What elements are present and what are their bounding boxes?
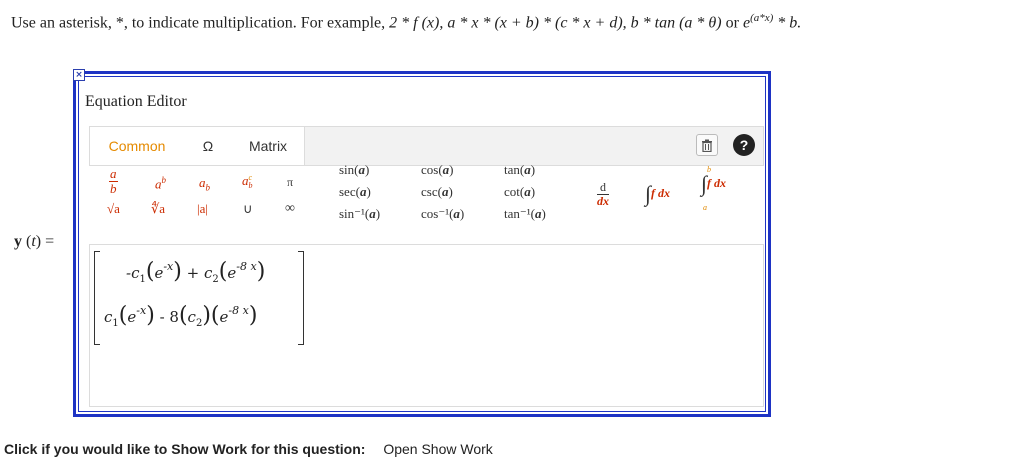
derivative-button[interactable]: d dx bbox=[597, 180, 609, 208]
cot-button[interactable]: cot(a) bbox=[504, 181, 546, 203]
editor-title: Equation Editor bbox=[85, 93, 187, 110]
instructions-or: or bbox=[725, 14, 739, 32]
absolute-value-button[interactable]: |a| bbox=[197, 201, 208, 217]
matrix-right-bracket bbox=[298, 251, 304, 345]
arctan-button[interactable]: tan⁻¹(a) bbox=[504, 203, 546, 225]
nth-root-button[interactable]: ∜a bbox=[151, 201, 165, 217]
tan-button[interactable]: tan(a) bbox=[504, 159, 546, 181]
matrix-answer: -c1(e-x) + c2(e-8 x) c1(e-x) - 8(c2)(e-8… bbox=[94, 251, 304, 345]
matrix-left-bracket bbox=[94, 251, 100, 345]
answer-function-name: y bbox=[14, 233, 22, 250]
subsup-button[interactable]: acb bbox=[242, 173, 253, 190]
example-4-base: e bbox=[742, 14, 751, 32]
trig-column-1: sin(a) sec(a) sin⁻¹(a) bbox=[339, 159, 380, 225]
sin-button[interactable]: sin(a) bbox=[339, 159, 380, 181]
trig-column-3: tan(a) cot(a) tan⁻¹(a) bbox=[504, 159, 546, 225]
trig-column-2: cos(a) csc(a) cos⁻¹(a) bbox=[421, 159, 464, 225]
fraction-button[interactable]: ab bbox=[109, 166, 118, 197]
csc-button[interactable]: csc(a) bbox=[421, 181, 464, 203]
sec-button[interactable]: sec(a) bbox=[339, 181, 380, 203]
example-1: 2 * f (x) bbox=[389, 14, 440, 32]
matrix-row-1: -c1(e-x) + c2(e-8 x) bbox=[126, 259, 266, 285]
show-work-row: Click if you would like to Show Work for… bbox=[4, 441, 493, 457]
answer-label: y (t) = bbox=[14, 233, 55, 250]
close-icon[interactable]: × bbox=[73, 69, 85, 81]
equation-editor-panel: Equation Editor Common Ω Matrix ? a b ab… bbox=[78, 76, 766, 412]
trash-icon bbox=[702, 139, 712, 152]
cos-button[interactable]: cos(a) bbox=[421, 159, 464, 181]
infinity-button[interactable]: ∞ bbox=[285, 201, 295, 217]
answer-equals: = bbox=[45, 233, 55, 250]
equation-editor: Equation Editor Common Ω Matrix ? a b ab… bbox=[73, 71, 771, 417]
equation-input[interactable]: -c1(e-x) + c2(e-8 x) c1(e-x) - 8(c2)(e-8… bbox=[89, 244, 764, 407]
definite-integral-button[interactable]: b ∫ a f dx bbox=[701, 165, 726, 212]
arcsin-button[interactable]: sin⁻¹(a) bbox=[339, 203, 380, 225]
subscript-button[interactable]: ab bbox=[199, 175, 210, 193]
sqrt-button[interactable]: √a bbox=[107, 201, 120, 217]
union-button[interactable]: ∪ bbox=[243, 201, 253, 217]
example-2: a * x * (x + b) * (c * x + d) bbox=[447, 14, 623, 32]
symbol-palette: ab ab ab acb π √a ∜a |a| ∪ ∞ sin(a) sec(… bbox=[89, 162, 764, 235]
instructions: Use an asterisk, *, to indicate multipli… bbox=[11, 12, 802, 32]
help-icon: ? bbox=[739, 137, 749, 153]
tab-common[interactable]: Common bbox=[90, 127, 185, 165]
power-button[interactable]: ab bbox=[155, 175, 166, 192]
show-work-prompt: Click if you would like to Show Work for… bbox=[4, 441, 366, 457]
pi-button[interactable]: π bbox=[287, 175, 293, 190]
example-3: b * tan (a * θ) bbox=[630, 14, 722, 32]
help-button[interactable]: ? bbox=[733, 134, 755, 156]
integral-button[interactable]: ∫f dx bbox=[645, 181, 670, 207]
example-4-exp: (a*x) bbox=[750, 12, 774, 24]
example-4-tail: * b. bbox=[777, 14, 802, 32]
arccos-button[interactable]: cos⁻¹(a) bbox=[421, 203, 464, 225]
trash-button[interactable] bbox=[696, 134, 718, 156]
instructions-text: Use an asterisk, *, to indicate multipli… bbox=[11, 14, 386, 32]
open-show-work-link[interactable]: Open Show Work bbox=[383, 441, 492, 457]
matrix-row-2: c1(e-x) - 8(c2)(e-8 x) bbox=[104, 303, 258, 329]
tab-matrix[interactable]: Matrix bbox=[232, 127, 305, 165]
answer-variable: t bbox=[31, 233, 36, 250]
tab-greek[interactable]: Ω bbox=[184, 127, 233, 165]
